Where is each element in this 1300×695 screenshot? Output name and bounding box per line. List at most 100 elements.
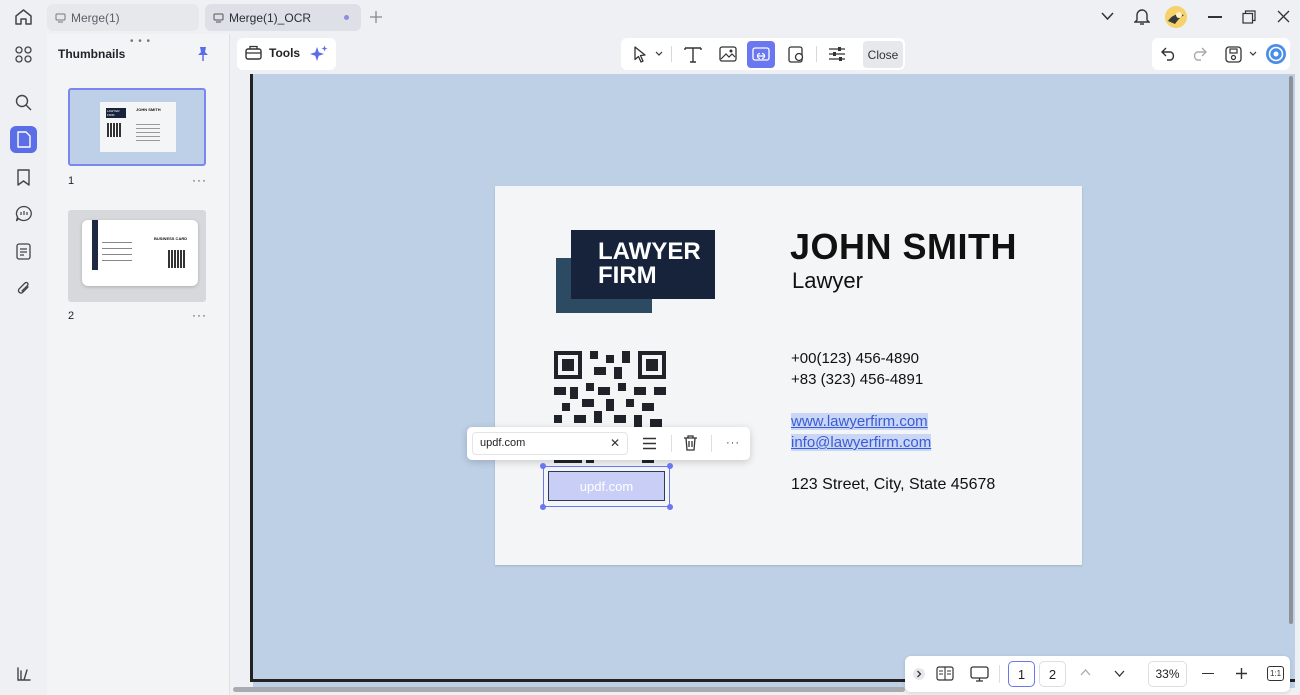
page-1-button[interactable]: 1: [1008, 661, 1035, 687]
add-image-icon[interactable]: [717, 44, 739, 64]
presentation-icon[interactable]: [970, 666, 989, 682]
resize-handle[interactable]: [667, 463, 673, 469]
card-website-link[interactable]: www.lawyerfirm.com: [791, 413, 928, 430]
resize-handle[interactable]: [667, 504, 673, 510]
panel-drag-handle[interactable]: • • •: [130, 36, 151, 47]
thumbnail-text-lines: [136, 124, 160, 142]
popup-divider: [671, 435, 672, 452]
close-window-icon[interactable]: [1277, 10, 1290, 23]
link-url-input[interactable]: updf.com: [472, 432, 628, 455]
ai-sparkle-icon[interactable]: [309, 44, 329, 64]
resize-handle[interactable]: [540, 504, 546, 510]
search-icon[interactable]: [10, 89, 37, 116]
thumbnail-page-number: 2: [68, 310, 75, 322]
card-phone-1: +00(123) 456-4890: [791, 350, 920, 367]
card-email-link[interactable]: info@lawyerfirm.com: [791, 434, 932, 451]
previous-page-chevron-icon[interactable]: [1080, 669, 1091, 676]
card-phone-2: +83 (323) 456-4891: [791, 371, 924, 388]
select-cursor-icon[interactable]: [629, 44, 651, 64]
thumbnail-card: BUSINESS CARD: [82, 220, 198, 286]
tools-button[interactable]: Tools: [245, 44, 300, 61]
tabs-dropdown-chevron-icon[interactable]: [1101, 12, 1114, 21]
thumbnail-panel-title: Thumbnails: [58, 47, 126, 61]
pin-icon[interactable]: [197, 46, 209, 62]
minimize-icon[interactable]: [1208, 16, 1222, 18]
link-properties-menu-icon[interactable]: [642, 437, 657, 450]
thumbnail-page-number: 1: [68, 175, 75, 187]
thumbnail-text-lines: [102, 242, 132, 266]
form-field-icon[interactable]: [10, 238, 37, 265]
new-tab-plus-icon[interactable]: [369, 10, 383, 24]
library-icon[interactable]: [10, 660, 37, 687]
thumbnail-card-stripe: [92, 220, 98, 270]
thumbnails-page-icon[interactable]: [10, 126, 37, 153]
unsaved-dot: [344, 15, 349, 20]
logo-line-2: FIRM: [598, 262, 657, 289]
tools-label: Tools: [269, 45, 301, 60]
logo-line-1: LAWYER: [598, 238, 701, 265]
thumbnail-logo: LAWYER FIRM: [106, 108, 126, 118]
save-dropdown-chevron-icon[interactable]: [1249, 51, 1257, 56]
thumbnail-heading: BUSINESS CARD: [154, 236, 188, 241]
save-icon[interactable]: [1222, 44, 1244, 64]
bookmark-icon[interactable]: [10, 164, 37, 191]
resize-handle[interactable]: [540, 463, 546, 469]
close-edit-button[interactable]: Close: [863, 41, 903, 68]
zoom-level[interactable]: 33%: [1148, 661, 1187, 687]
nav-divider: [999, 665, 1000, 683]
link-more-options[interactable]: ···: [726, 437, 740, 449]
zoom-out-icon[interactable]: [1202, 673, 1214, 675]
vertical-scrollbar[interactable]: [1289, 76, 1293, 624]
avatar[interactable]: [1165, 6, 1187, 28]
attachment-icon[interactable]: [10, 275, 37, 302]
card-role: Lawyer: [792, 268, 863, 293]
document-tab-icon: [213, 13, 224, 23]
next-page-chevron-icon[interactable]: [1114, 670, 1125, 677]
thumbnail-qr: [168, 250, 186, 268]
link-icon: [752, 46, 770, 63]
page-edge: [250, 74, 253, 680]
thumbnail-more-menu[interactable]: ···: [192, 308, 207, 322]
comment-icon[interactable]: [10, 200, 37, 227]
toolbar-divider: [671, 46, 672, 62]
thumbnail-more-menu[interactable]: ···: [192, 173, 207, 187]
apps-grid-icon[interactable]: [10, 41, 37, 68]
thumbnail-page-1[interactable]: LAWYER FIRM JOHN SMITH: [68, 88, 206, 166]
add-text-icon[interactable]: [682, 44, 704, 64]
logo-text: LAWYER FIRM: [598, 240, 701, 288]
thumbnail-card: LAWYER FIRM JOHN SMITH: [100, 102, 176, 152]
properties-sliders-icon[interactable]: [826, 44, 848, 64]
select-dropdown-chevron-icon[interactable]: [655, 51, 663, 56]
actual-size-button[interactable]: 1:1: [1267, 666, 1284, 681]
redo-icon[interactable]: [1188, 44, 1210, 64]
home-icon[interactable]: [14, 8, 33, 26]
card-address: 123 Street, City, State 45678: [791, 476, 996, 493]
thumbnail-page-2[interactable]: BUSINESS CARD: [68, 210, 206, 302]
add-link-button[interactable]: [747, 41, 775, 68]
page-2-button[interactable]: 2: [1039, 661, 1066, 687]
horizontal-scrollbar[interactable]: [233, 687, 905, 692]
undo-icon[interactable]: [1158, 44, 1180, 64]
popup-divider: [711, 435, 712, 452]
clear-link-icon[interactable]: ✕: [610, 436, 620, 450]
watermark-icon[interactable]: [785, 44, 807, 64]
tab-merge1-ocr[interactable]: Merge(1)_OCR: [205, 4, 361, 31]
selected-link-text[interactable]: updf.com: [548, 471, 665, 501]
ai-assistant-icon[interactable]: [1265, 43, 1287, 65]
tab-label: Merge(1): [71, 10, 120, 25]
page-layout-icon[interactable]: [936, 666, 954, 681]
tab-merge1[interactable]: Merge(1): [47, 4, 199, 31]
bell-icon[interactable]: [1134, 7, 1150, 26]
tab-label: Merge(1)_OCR: [229, 10, 312, 25]
thumbnail-name: JOHN SMITH: [136, 107, 161, 112]
actual-size-label: 1:1: [1269, 669, 1282, 678]
toolbox-icon: [245, 44, 262, 61]
restore-icon[interactable]: [1242, 10, 1256, 24]
page-navigation-bar: [905, 656, 1290, 692]
zoom-in-icon[interactable]: [1235, 667, 1248, 680]
expand-nav-icon[interactable]: [912, 667, 926, 681]
delete-link-icon[interactable]: [683, 435, 698, 451]
toolbar-divider: [816, 46, 817, 62]
card-name: JOHN SMITH: [790, 226, 1018, 267]
document-tab-icon: [55, 13, 66, 23]
